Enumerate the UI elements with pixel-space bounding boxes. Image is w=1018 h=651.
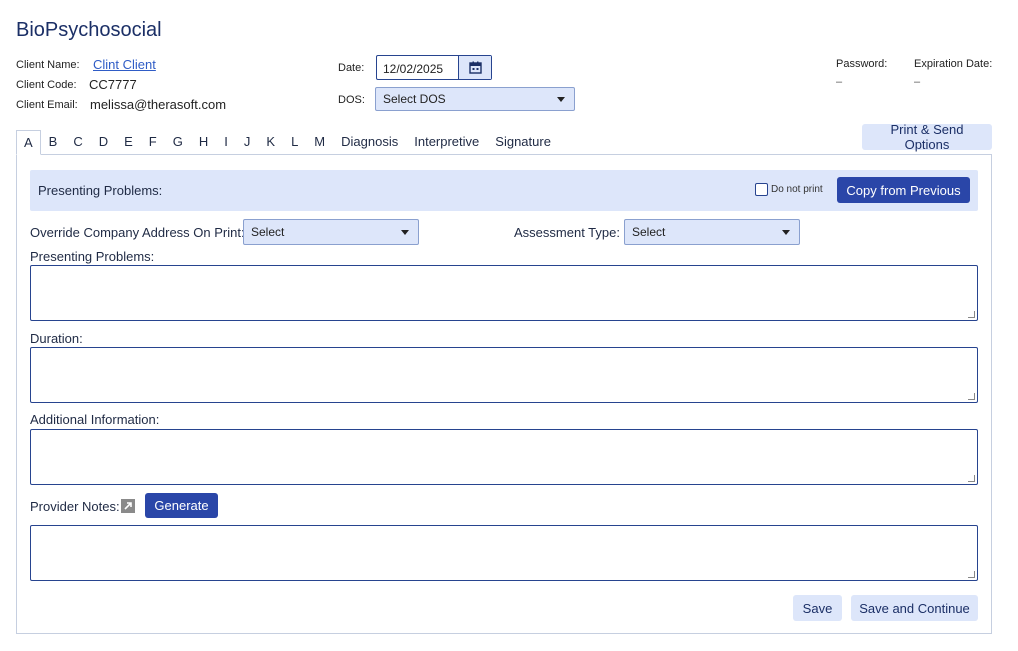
password-value: –: [836, 76, 843, 88]
tab-a[interactable]: A: [16, 130, 41, 155]
assessment-type-label: Assessment Type:: [514, 225, 620, 240]
section-header: Presenting Problems: Do not print Copy f…: [30, 170, 978, 211]
duration-label: Duration:: [30, 331, 83, 346]
print-send-options-button[interactable]: Print & Send Options: [862, 122, 992, 152]
generate-button[interactable]: Generate: [145, 493, 218, 518]
override-address-value: Select: [251, 225, 285, 239]
date-label: Date:: [338, 62, 365, 74]
client-email-label: Client Email:: [16, 99, 78, 111]
tab-m[interactable]: M: [306, 130, 333, 155]
copy-from-previous-button[interactable]: Copy from Previous: [837, 177, 970, 203]
save-button[interactable]: Save: [793, 595, 842, 621]
tab-g[interactable]: G: [165, 130, 191, 155]
provider-notes-label: Provider Notes:: [30, 499, 120, 514]
presenting-problems-label: Presenting Problems:: [30, 249, 155, 264]
presenting-problems-textarea[interactable]: [30, 265, 978, 321]
tab-b[interactable]: B: [41, 130, 66, 155]
do-not-print-checkbox[interactable]: [755, 183, 768, 196]
client-name-label: Client Name:: [16, 59, 80, 71]
override-address-label: Override Company Address On Print:: [30, 225, 245, 240]
page-title: BioPsychosocial: [16, 19, 162, 41]
tab-l[interactable]: L: [283, 130, 306, 155]
dos-select[interactable]: Select DOS: [375, 87, 575, 111]
tab-k[interactable]: K: [258, 130, 283, 155]
password-label: Password:: [836, 58, 888, 70]
client-code-label: Client Code:: [16, 79, 77, 91]
date-input[interactable]: 12/02/2025: [377, 56, 458, 79]
section-title: Presenting Problems:: [38, 183, 163, 198]
save-and-continue-button[interactable]: Save and Continue: [851, 595, 978, 621]
tab-bar: A B C D E F G H I J K L M Diagnosis Interpretive Signat…: [16, 130, 559, 155]
tab-j[interactable]: J: [236, 130, 259, 155]
additional-information-label: Additional Information:: [30, 412, 160, 427]
dos-select-value: Select DOS: [383, 92, 446, 106]
calendar-icon[interactable]: [458, 56, 491, 79]
chevron-down-icon: [782, 229, 790, 235]
tab-signature[interactable]: Signature: [487, 130, 559, 155]
additional-information-textarea[interactable]: [30, 429, 978, 485]
client-code-value: CC7777: [89, 77, 137, 92]
client-email-value: melissa@therasoft.com: [90, 97, 227, 112]
expand-arrow-icon[interactable]: [121, 499, 135, 513]
date-picker[interactable]: 12/02/2025: [376, 55, 492, 80]
tab-h[interactable]: H: [191, 130, 216, 155]
tab-diagnosis[interactable]: Diagnosis: [333, 130, 406, 155]
resize-handle-icon[interactable]: [968, 571, 975, 578]
chevron-down-icon: [401, 229, 409, 235]
tab-e[interactable]: E: [116, 130, 141, 155]
chevron-down-icon: [557, 96, 565, 102]
assessment-type-select[interactable]: Select: [624, 219, 800, 245]
client-name-link[interactable]: Clint Client: [93, 57, 156, 72]
dos-label: DOS:: [338, 94, 365, 106]
do-not-print-label: Do not print: [771, 184, 823, 195]
assessment-type-value: Select: [632, 225, 666, 239]
tab-d[interactable]: D: [91, 130, 116, 155]
tab-f[interactable]: F: [141, 130, 165, 155]
expiration-value: –: [914, 76, 921, 88]
tab-interpretive[interactable]: Interpretive: [406, 130, 487, 155]
resize-handle-icon[interactable]: [968, 393, 975, 400]
expiration-label: Expiration Date:: [914, 58, 993, 70]
tab-c[interactable]: C: [65, 130, 90, 155]
duration-textarea[interactable]: [30, 347, 978, 403]
do-not-print-toggle[interactable]: Do not print: [755, 183, 823, 196]
resize-handle-icon[interactable]: [968, 475, 975, 482]
resize-handle-icon[interactable]: [968, 311, 975, 318]
provider-notes-textarea[interactable]: [30, 525, 978, 581]
override-address-select[interactable]: Select: [243, 219, 419, 245]
tab-i[interactable]: I: [216, 130, 236, 155]
